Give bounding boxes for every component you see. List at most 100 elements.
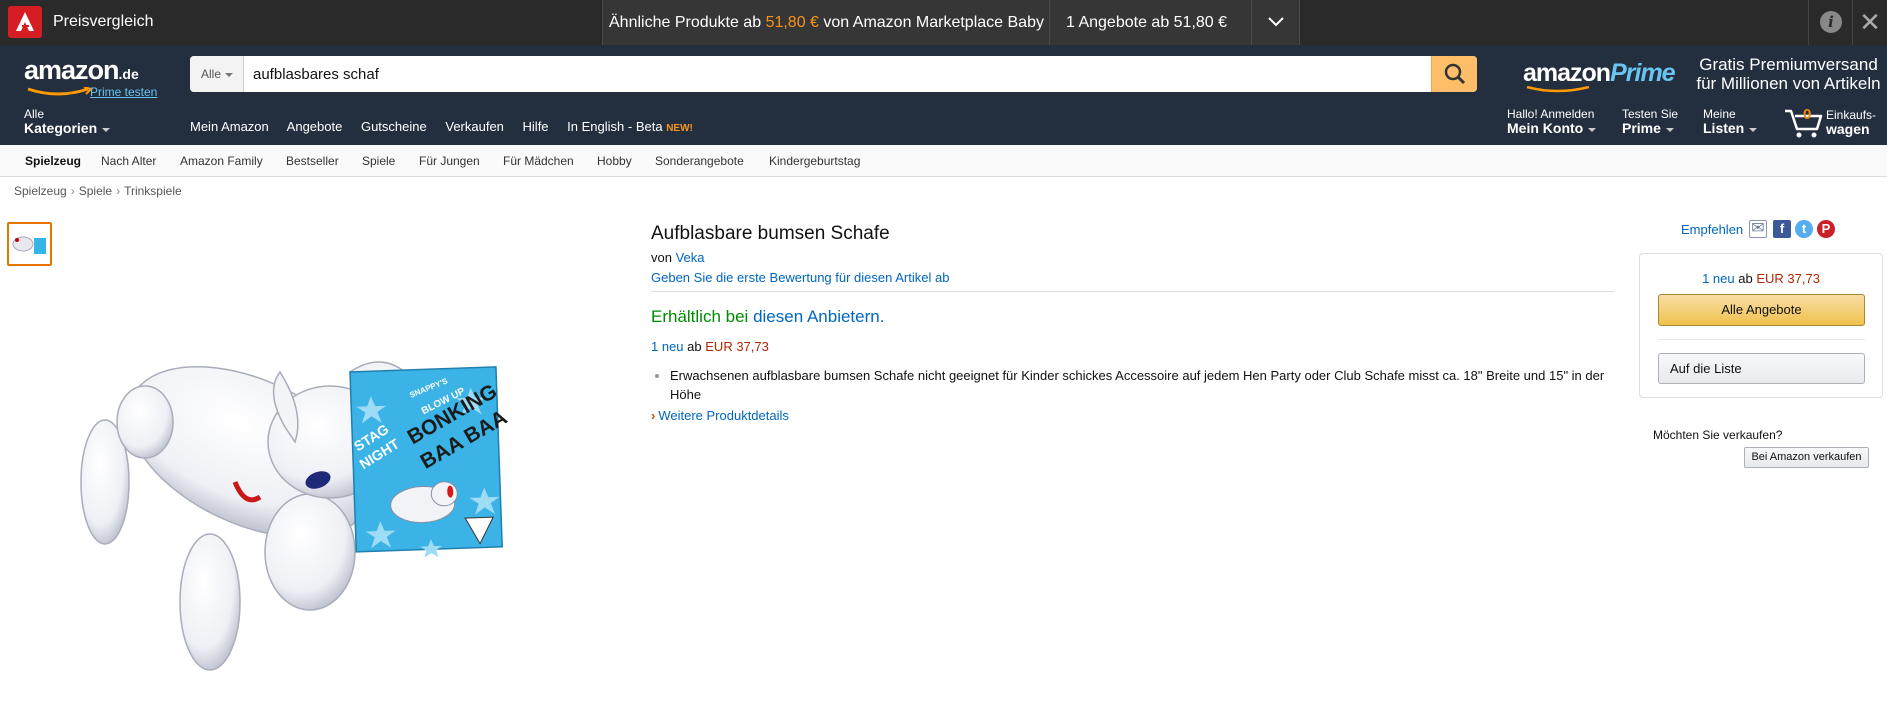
account-menu[interactable]: Hallo! Anmelden Mein Konto bbox=[1507, 107, 1597, 136]
amazon-logo[interactable]: amazon.de Prime testen bbox=[24, 55, 157, 99]
availability-text: Erhältlich bei bbox=[651, 307, 749, 326]
nav-link-angebote[interactable]: Angebote bbox=[287, 119, 343, 134]
prime-menu[interactable]: Testen Sie Prime bbox=[1622, 107, 1678, 136]
breadcrumb-separator: › bbox=[70, 184, 75, 198]
breadcrumb-separator: › bbox=[116, 184, 121, 198]
feature-bullet: Erwachsenen aufblasbare bumsen Schafe ni… bbox=[655, 366, 1614, 404]
prime-top: Testen Sie bbox=[1622, 107, 1679, 121]
cart-count: 0 bbox=[1803, 106, 1812, 123]
more-details-label: Weitere Produktdetails bbox=[658, 408, 789, 423]
toolbar-expand-button[interactable] bbox=[1252, 0, 1300, 45]
search-icon bbox=[1444, 63, 1466, 85]
amazon-prime-logo[interactable]: amazonPrime bbox=[1523, 59, 1676, 93]
offer-summary: 1 neu ab EUR 37,73 bbox=[651, 339, 1614, 354]
add-to-list-button[interactable]: Auf die Liste bbox=[1658, 353, 1865, 384]
toolbar-brand: Preisvergleich bbox=[53, 13, 154, 30]
smile-arrow-icon bbox=[27, 87, 93, 96]
promo-line-1: Gratis Premiumversand bbox=[1699, 55, 1878, 74]
product-thumbnail[interactable] bbox=[7, 222, 52, 266]
pinterest-icon[interactable]: P bbox=[1817, 220, 1835, 238]
nav-link-gutscheine[interactable]: Gutscheine bbox=[361, 119, 427, 134]
caret-down-icon bbox=[1588, 127, 1597, 132]
nav-link-english-label: In English - Beta bbox=[567, 119, 663, 134]
all-offers-button[interactable]: Alle Angebote bbox=[1658, 294, 1865, 326]
nav-link-hilfe[interactable]: Hilfe bbox=[523, 119, 549, 134]
nav-link-english[interactable]: In English - Beta NEW! bbox=[567, 119, 693, 134]
share-bar: Empfehlen ✉ f t P bbox=[1681, 220, 1876, 240]
all-categories-menu[interactable]: Alle Kategorien bbox=[24, 107, 111, 136]
subnav-kindergeburtstag[interactable]: Kindergeburtstag bbox=[769, 145, 860, 177]
facebook-icon[interactable]: f bbox=[1773, 220, 1791, 238]
breadcrumb-item[interactable]: Trinkspiele bbox=[124, 184, 182, 198]
subnav-bestseller[interactable]: Bestseller bbox=[286, 145, 339, 177]
logo-word: amazon bbox=[24, 55, 120, 85]
prime-logo-amazon: amazon bbox=[1523, 59, 1611, 87]
subnav-spielzeug[interactable]: Spielzeug bbox=[25, 145, 81, 177]
buybox-price: EUR 37,73 bbox=[1756, 271, 1820, 286]
promo-line-2: für Millionen von Artikeln bbox=[1696, 74, 1881, 93]
cart-label: Einkaufs- wagen bbox=[1826, 108, 1876, 137]
subnav-fuer-maedchen[interactable]: Für Mädchen bbox=[503, 145, 574, 177]
buybox-new-link[interactable]: 1 neu bbox=[1702, 271, 1735, 286]
offer-mid: ab bbox=[687, 339, 702, 354]
divider bbox=[1658, 339, 1865, 340]
new-offers-link[interactable]: 1 neu bbox=[651, 339, 684, 354]
search-category-value: Alle bbox=[201, 67, 222, 81]
subnav-amazon-family[interactable]: Amazon Family bbox=[180, 145, 263, 177]
offer-price: EUR 37,73 bbox=[705, 339, 769, 354]
search-button[interactable] bbox=[1431, 56, 1477, 92]
nav-link-mein-amazon[interactable]: Mein Amazon bbox=[190, 119, 269, 134]
avira-logo[interactable] bbox=[8, 6, 42, 38]
all-categories-label: Alle bbox=[24, 107, 45, 121]
caret-down-icon bbox=[225, 72, 234, 77]
subnav-spiele[interactable]: Spiele bbox=[362, 145, 395, 177]
availability: Erhältlich bei diesen Anbietern. bbox=[651, 307, 1614, 327]
share-label[interactable]: Empfehlen bbox=[1681, 222, 1743, 237]
cart-button[interactable]: 0 Einkaufs- wagen bbox=[1783, 105, 1883, 141]
email-icon[interactable]: ✉ bbox=[1749, 220, 1767, 238]
buybox-offer-mid: ab bbox=[1738, 271, 1753, 286]
close-icon[interactable]: ✕ bbox=[1852, 0, 1887, 45]
prime-smile-icon bbox=[1526, 86, 1590, 93]
breadcrumb: Spielzeug › Spiele › Trinkspiele bbox=[14, 184, 182, 198]
thumbnail-image bbox=[12, 236, 46, 254]
sell-question: Möchten Sie verkaufen? bbox=[1653, 428, 1783, 442]
prime-try-link[interactable]: Prime testen bbox=[90, 85, 157, 99]
arrow-right-icon: › bbox=[651, 408, 656, 423]
subnav-fuer-jungen[interactable]: Für Jungen bbox=[419, 145, 480, 177]
subnav-nach-alter[interactable]: Nach Alter bbox=[101, 145, 156, 177]
offers-button[interactable]: 1 Angebote ab 51,80 € bbox=[1050, 0, 1252, 45]
info-button[interactable]: i bbox=[1808, 0, 1852, 45]
breadcrumb-item[interactable]: Spielzeug bbox=[14, 184, 67, 198]
prime-bold: Prime bbox=[1622, 120, 1661, 136]
subnav-hobby[interactable]: Hobby bbox=[597, 145, 632, 177]
all-categories-bold: Kategorien bbox=[24, 120, 98, 136]
nav-link-verkaufen[interactable]: Verkaufen bbox=[445, 119, 504, 134]
cart-top: Einkaufs- bbox=[1826, 108, 1877, 122]
product-main-image[interactable]: SNAPPY'S BLOW UP BONKING BAA BAA STAG NI… bbox=[80, 332, 610, 692]
breadcrumb-item[interactable]: Spiele bbox=[79, 184, 112, 198]
twitter-icon[interactable]: t bbox=[1795, 220, 1813, 238]
prime-promo[interactable]: Gratis Premiumversand für Millionen von … bbox=[1686, 55, 1887, 93]
subnav-sonderangebote[interactable]: Sonderangebote bbox=[655, 145, 744, 177]
amazon-header: amazon.de Prime testen Alle amazonPrime … bbox=[0, 45, 1887, 145]
search-input[interactable] bbox=[244, 56, 1424, 92]
lists-menu[interactable]: Meine Listen bbox=[1703, 107, 1758, 136]
similar-products-button[interactable]: Ähnliche Produkte ab 51,80 € von Amazon … bbox=[602, 0, 1050, 45]
similar-suffix: von Amazon Marketplace Baby a... bbox=[823, 14, 1050, 31]
product-byline: von Veka bbox=[651, 250, 1614, 265]
brand-link[interactable]: Veka bbox=[676, 250, 705, 265]
category-subnav: Spielzeug Nach Alter Amazon Family Bests… bbox=[0, 145, 1887, 177]
info-icon: i bbox=[1820, 11, 1842, 33]
prime-logo-prime: Prime bbox=[1610, 59, 1675, 87]
more-details-link[interactable]: › Weitere Produktdetails bbox=[651, 408, 1614, 423]
similar-price: 51,80 € bbox=[765, 14, 819, 31]
first-review-link[interactable]: Geben Sie die erste Bewertung für diesen… bbox=[651, 270, 1614, 292]
sell-on-amazon-button[interactable]: Bei Amazon verkaufen bbox=[1744, 447, 1869, 468]
price-compare-toolbar: Preisvergleich Ähnliche Produkte ab 51,8… bbox=[0, 0, 1887, 45]
lists-top: Meine bbox=[1703, 107, 1736, 121]
product-title: Aufblasbare bumsen Schafe bbox=[651, 223, 890, 244]
new-badge: NEW! bbox=[666, 123, 693, 134]
search-category-select[interactable]: Alle bbox=[190, 56, 244, 92]
sellers-link[interactable]: diesen Anbietern. bbox=[753, 307, 884, 326]
